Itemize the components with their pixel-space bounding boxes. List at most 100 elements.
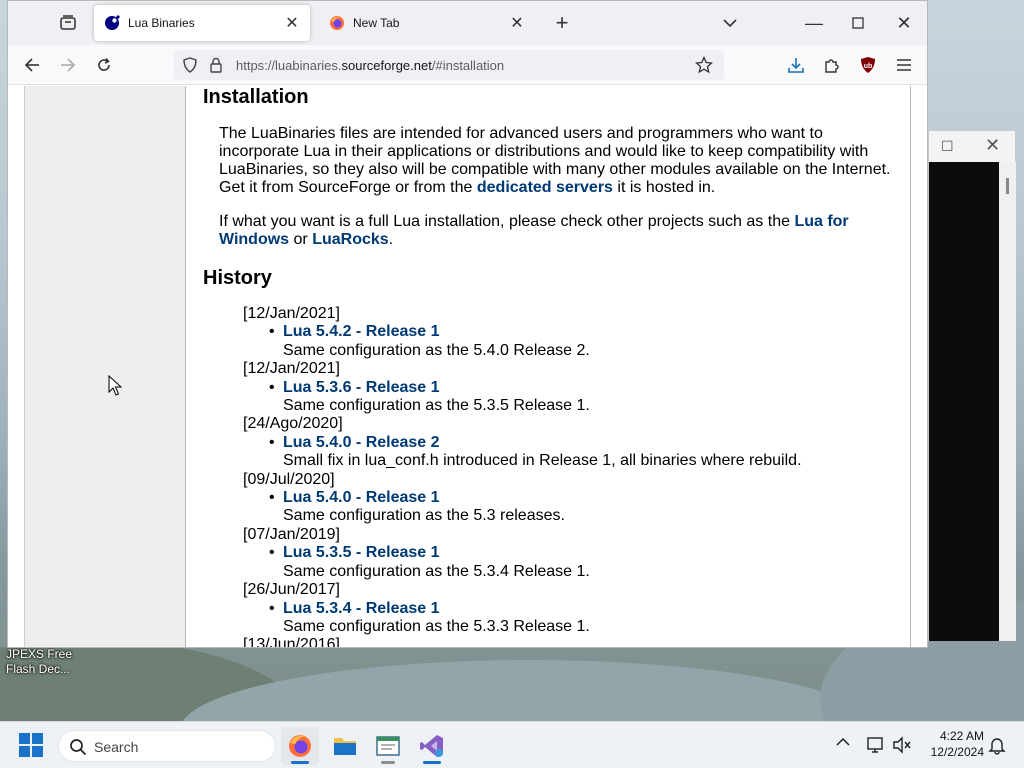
wallpaper-hill [180,660,880,721]
reload-icon[interactable] [90,51,118,79]
active-indicator [423,761,441,764]
clock-time: 4:22 AM [939,729,984,743]
maximize-icon[interactable] [844,9,872,37]
bullet: • [269,378,275,396]
dedicated-servers-link[interactable]: dedicated servers [477,179,613,196]
running-indicator [381,761,395,764]
taskbar-visual-studio-button[interactable] [413,727,451,765]
volume-muted-icon[interactable] [892,735,912,755]
bookmark-star-icon[interactable] [692,53,716,77]
history-date: [24/Ago/2020] [243,415,343,433]
address-bar[interactable]: https://luabinaries.sourceforge.net/#ins… [174,50,724,80]
close-icon[interactable]: ✕ [985,135,1000,156]
tab-bar: Lua Binaries ✕ New Tab ✕ + — ✕ [8,1,927,45]
visual-studio-icon [420,735,443,757]
paragraph-text: it is hosted in. [612,179,716,196]
close-tab-icon[interactable]: ✕ [505,11,529,35]
history-entry: [09/Jul/2020] • Lua 5.4.0 - Release 1 Sam… [243,471,893,526]
navigation-toolbar: https://luabinaries.sourceforge.net/#ins… [8,45,927,85]
url-suffix: /#installation [431,58,505,73]
url-domain: sourceforge.net [341,58,432,73]
release-link[interactable]: Lua 5.3.5 - Release 1 [283,544,440,561]
history-release-item: • Lua 5.4.0 - Release 1 [243,489,893,507]
show-hidden-icons-chevron-icon[interactable] [836,734,854,756]
bullet: • [269,323,275,341]
back-arrow-icon[interactable] [18,51,46,79]
taskbar-clock[interactable]: 4:22 AM 12/2/2024 [920,728,984,760]
paragraph-text: If what you want is a full Lua installat… [219,213,795,230]
taskbar-search-box[interactable]: Search [58,730,276,762]
tab-new-tab[interactable]: New Tab ✕ [319,5,535,41]
bullet: • [269,599,275,617]
url-text[interactable]: https://luabinaries.sourceforge.net/#ins… [236,58,504,73]
history-description: Same configuration as the 5.3.3 Release … [283,617,590,635]
history-release-item: • Lua 5.3.5 - Release 1 [243,544,893,562]
windows-start-icon[interactable] [18,732,44,758]
history-date: [12/Jan/2021] [243,360,340,378]
release-link[interactable]: Lua 5.4.0 - Release 2 [283,434,440,451]
desktop-shortcut-label[interactable]: JPEXS Free Flash Dec... [6,647,84,677]
installation-heading: Installation [203,86,309,108]
extensions-puzzle-icon[interactable] [818,51,846,79]
scrollbar[interactable] [999,162,1016,641]
hamburger-menu-icon[interactable] [890,51,918,79]
history-date: [13/Jun/2016] [243,636,340,648]
tab-lua-binaries[interactable]: Lua Binaries ✕ [94,5,310,41]
new-tab-plus-icon[interactable]: + [548,9,576,37]
history-release-item: • Lua 5.3.6 - Release 1 [243,379,893,397]
history-date: [09/Jul/2020] [243,470,335,488]
minimize-icon[interactable]: — [800,9,828,37]
background-window-titlebar[interactable]: ☐ ✕ [929,131,1015,161]
download-icon[interactable] [782,51,810,79]
taskbar-notepad-button[interactable] [369,727,407,765]
url-prefix: https://luabinaries. [236,58,342,73]
close-tab-icon[interactable]: ✕ [280,11,304,35]
lock-icon[interactable] [204,53,228,77]
network-icon[interactable] [866,735,886,755]
history-release-item: • Lua 5.4.0 - Release 2 [243,434,893,452]
bullet: • [269,489,275,507]
browser-window: Lua Binaries ✕ New Tab ✕ + — ✕ https://l… [7,0,928,648]
background-window[interactable]: ☐ ✕ [928,130,1016,641]
paragraph-text: . [388,231,394,248]
page-viewport[interactable]: Installation The LuaBinaries files are i… [8,86,927,648]
ublock-origin-icon[interactable]: ub [854,51,882,79]
installation-paragraph: The LuaBinaries files are intended for a… [219,125,899,197]
tab-title: Lua Binaries [128,16,195,30]
history-release-item: • Lua 5.4.2 - Release 1 [243,323,893,341]
window-close-icon[interactable]: ✕ [890,9,918,37]
taskbar-firefox-button[interactable] [281,727,319,765]
release-link[interactable]: Lua 5.3.6 - Release 1 [283,379,440,396]
release-link[interactable]: Lua 5.3.4 - Release 1 [283,600,440,617]
history-list: [12/Jan/2021] • Lua 5.4.2 - Release 1 Sam… [243,305,893,648]
release-link[interactable]: Lua 5.4.2 - Release 1 [283,323,440,340]
notification-bell-icon[interactable] [987,735,1007,755]
scrollbar-thumb[interactable] [1006,178,1009,194]
console-content [929,162,999,641]
history-description: Same configuration as the 5.3.5 Release … [283,397,590,415]
history-entry: [24/Ago/2020] • Lua 5.4.0 - Release 2 Sma… [243,415,893,470]
history-description: Same configuration as the 5.3 releases. [283,507,565,525]
taskbar-file-explorer-button[interactable] [326,727,364,765]
history-date: [26/Jun/2017] [243,581,340,599]
search-placeholder: Search [94,739,139,755]
active-indicator [291,761,309,764]
bullet: • [269,544,275,562]
firefox-favicon-icon [330,16,344,30]
history-entry: [12/Jan/2021] • Lua 5.4.2 - Release 1 Sam… [243,305,893,360]
clock-date: 12/2/2024 [930,745,984,759]
content-border [910,86,911,647]
notepad-icon [376,736,400,756]
folder-icon [334,738,356,755]
chevron-down-icon[interactable] [716,9,744,37]
history-description: Same configuration as the 5.3.4 Release … [283,562,590,580]
alternatives-paragraph: If what you want is a full Lua installat… [219,213,899,249]
release-link[interactable]: Lua 5.4.0 - Release 1 [283,489,440,506]
paragraph-text: or [289,231,313,248]
history-entry: [07/Jan/2019] • Lua 5.3.5 - Release 1 Sam… [243,526,893,581]
tracking-shield-icon[interactable] [178,53,202,77]
luarocks-link[interactable]: LuaRocks [312,231,388,248]
firefox-view-icon[interactable] [54,9,82,37]
maximize-icon[interactable]: ☐ [941,138,954,155]
forward-arrow-icon[interactable] [54,51,82,79]
